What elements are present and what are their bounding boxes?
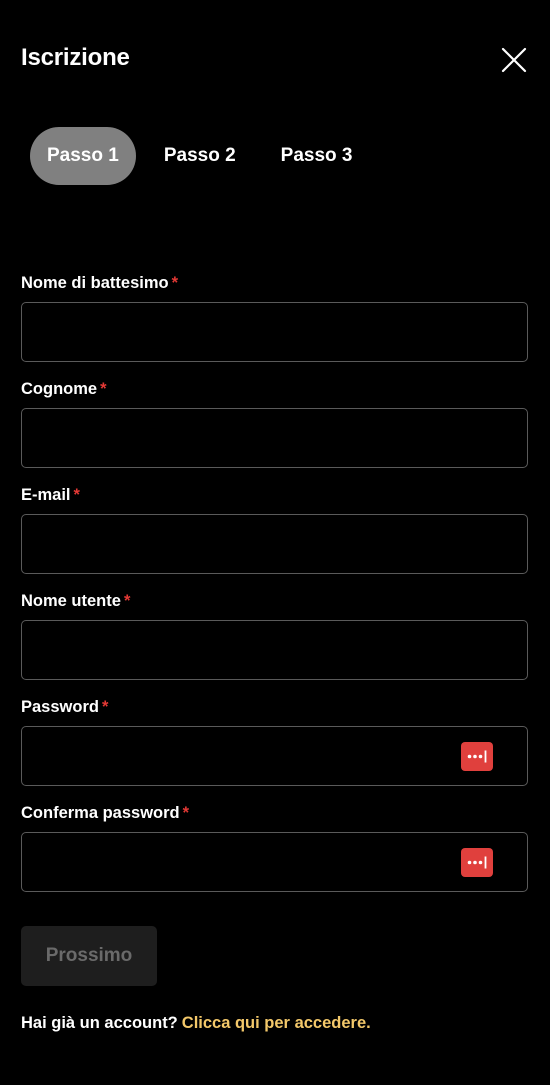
- password-manager-icon[interactable]: [461, 848, 493, 877]
- email-input[interactable]: [21, 514, 528, 574]
- tab-step-1[interactable]: Passo 1: [30, 127, 136, 185]
- last-name-label: Cognome *: [21, 380, 107, 398]
- required-mark: *: [182, 804, 190, 822]
- email-label: E-mail *: [21, 486, 80, 504]
- password-label: Password *: [21, 698, 109, 716]
- login-prompt: Hai già un account? Clicca qui per accede…: [21, 1012, 371, 1034]
- step-tabs: Passo 1 Passo 2 Passo 3: [30, 127, 380, 185]
- tab-step-3[interactable]: Passo 3: [264, 127, 370, 185]
- confirm-password-field-group: Conferma password *: [21, 802, 528, 892]
- confirm-password-label: Conferma password *: [21, 804, 190, 822]
- password-field-group: Password *: [21, 696, 528, 786]
- required-mark: *: [100, 380, 107, 398]
- username-field-group: Nome utente *: [21, 590, 528, 680]
- dots-cursor-icon: [467, 856, 487, 869]
- first-name-label: Nome di battesimo *: [21, 274, 179, 292]
- confirm-password-input[interactable]: [21, 832, 528, 892]
- login-prompt-text: Hai già un account?: [21, 1014, 178, 1032]
- username-label: Nome utente *: [21, 592, 131, 610]
- login-link[interactable]: Clicca qui per accedere.: [182, 1014, 371, 1032]
- modal-header: Iscrizione: [21, 40, 529, 80]
- last-name-field-group: Cognome *: [21, 378, 528, 468]
- password-manager-icon[interactable]: [461, 742, 493, 771]
- page-title: Iscrizione: [21, 44, 130, 71]
- next-button[interactable]: Prossimo: [21, 926, 157, 986]
- required-mark: *: [73, 486, 80, 504]
- first-name-input[interactable]: [21, 302, 528, 362]
- tab-step-2[interactable]: Passo 2: [147, 127, 253, 185]
- email-field-group: E-mail *: [21, 484, 528, 574]
- first-name-field-group: Nome di battesimo *: [21, 272, 528, 362]
- username-input[interactable]: [21, 620, 528, 680]
- close-button[interactable]: [499, 45, 529, 75]
- password-input[interactable]: [21, 726, 528, 786]
- required-mark: *: [171, 274, 179, 292]
- required-mark: *: [101, 698, 109, 716]
- close-icon: [501, 47, 527, 73]
- last-name-input[interactable]: [21, 408, 528, 468]
- required-mark: *: [123, 592, 131, 610]
- dots-cursor-icon: [467, 750, 487, 763]
- registration-form: Nome di battesimo * Cognome * E-mail * Nome…: [21, 272, 528, 908]
